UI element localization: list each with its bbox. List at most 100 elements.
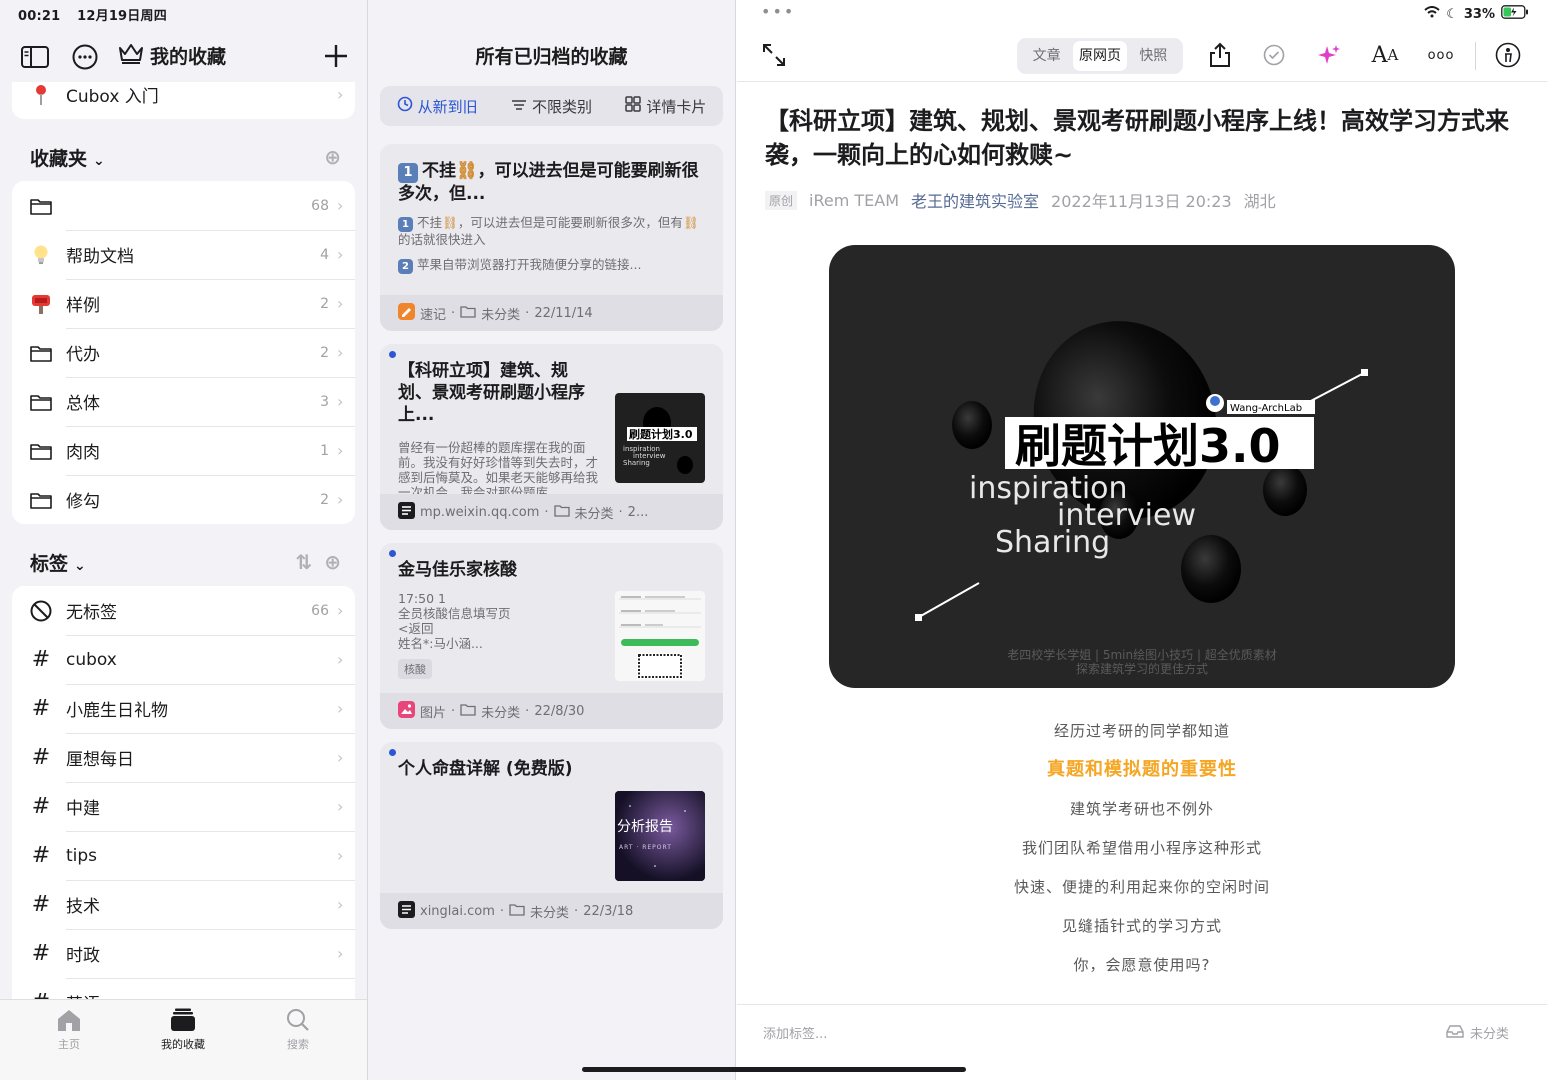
crown-icon	[118, 42, 144, 69]
folder-item-rourou[interactable]: 肉肉 1 ›	[12, 426, 355, 475]
separator-dot: ·	[544, 504, 549, 520]
thumb-headline: 刷题计划3.0	[629, 427, 693, 441]
separator-dot: ·	[574, 903, 579, 919]
segment-original-page[interactable]: 原网页	[1073, 41, 1127, 71]
separator-dot: ·	[451, 305, 456, 321]
sidebar-title[interactable]: 我的收藏	[118, 42, 226, 69]
hashtag-icon: #	[31, 647, 51, 672]
category-button[interactable]: 未分类	[1446, 1023, 1509, 1042]
view-mode-segmented: 文章 原网页 快照	[1017, 38, 1183, 74]
ladder-icon: ⛓	[442, 215, 458, 230]
tag-item[interactable]: # 中建 ›	[12, 782, 355, 831]
more-options-icon[interactable]: ooo	[1426, 40, 1456, 70]
sort-filter[interactable]: 从新到旧	[397, 96, 478, 117]
tag-label: 无标签	[66, 603, 117, 623]
reader-toolbar: 文章 原网页 快照 AA ooo	[737, 36, 1547, 82]
check-circle-icon[interactable]	[1259, 40, 1289, 70]
status-date: 12月19日周四	[77, 9, 167, 24]
sort-icon[interactable]: ⇅	[295, 550, 312, 574]
add-icon[interactable]	[322, 42, 350, 70]
tag-item[interactable]: # 时政 ›	[12, 929, 355, 978]
ladder-icon: ⛓	[682, 215, 699, 230]
add-folder-icon[interactable]: ⊕	[324, 145, 341, 169]
expand-icon[interactable]	[759, 40, 789, 70]
card-footer: 图片 · 未分类 · 22/8/30	[380, 693, 723, 729]
segment-article[interactable]: 文章	[1020, 41, 1073, 71]
sidebar-scroll[interactable]: Cubox 入门 › 收藏夹 ⌄ ⊕ 68 › 帮助文档 4 › 样例 2 › …	[0, 82, 367, 999]
folders-header-label: 收藏夹	[30, 148, 88, 170]
folder-icon	[28, 344, 54, 362]
hashtag-icon: #	[31, 696, 51, 721]
collection-list: 所有已归档的收藏 从新到旧 不限类别 详情卡片 1 不挂⛓，可以进去但是可能要刷新…	[368, 0, 736, 1080]
folder-small-icon	[509, 903, 525, 920]
folder-item-overall[interactable]: 总体 3 ›	[12, 377, 355, 426]
segment-snapshot[interactable]: 快照	[1127, 41, 1180, 71]
tab-search[interactable]: 搜索	[258, 1008, 338, 1052]
collection-card[interactable]: 1 不挂⛓，可以进去但是可能要刷新很多次，但... 1 不挂⛓，可以进去但是可能要刷…	[380, 144, 723, 331]
chevron-right-icon: ›	[337, 441, 344, 460]
collection-card[interactable]: 【科研立项】建筑、规划、景观考研刷题小程序上... 曾经有一份超棒的题库摆在我的…	[380, 344, 723, 530]
tag-item[interactable]: # cubox ›	[12, 635, 355, 684]
folder-item-todo[interactable]: 代办 2 ›	[12, 328, 355, 377]
collection-card[interactable]: 金马佳乐家核酸 17:50 1 全员核酸信息填写页 <返回 姓名*:马小涵...…	[380, 543, 723, 729]
tag-item[interactable]: # 小鹿生日礼物 ›	[12, 684, 355, 733]
card-folder: 未分类	[481, 307, 521, 323]
category-filter[interactable]: 不限类别	[511, 96, 592, 117]
share-icon[interactable]	[1205, 40, 1235, 70]
home-indicator[interactable]	[582, 1067, 966, 1072]
ai-sparkle-icon[interactable]	[1314, 40, 1344, 70]
folder-item[interactable]: 68 ›	[12, 181, 355, 230]
folder-count: 68	[311, 197, 329, 214]
pinned-card: Cubox 入门 ›	[12, 82, 355, 119]
card-folder: 未分类	[574, 506, 614, 522]
card-date: 22/11/14	[534, 305, 593, 321]
folder-item-samples[interactable]: 样例 2 ›	[12, 279, 355, 328]
folder-label: 帮助文档	[66, 247, 134, 267]
lightbulb-icon	[28, 244, 54, 266]
pinned-item-cubox-intro[interactable]: Cubox 入门 ›	[12, 82, 355, 119]
article-icon	[398, 501, 415, 523]
folder-count: 3	[320, 393, 329, 410]
hero-caption-2: 探索建筑学习的更佳方式	[1076, 661, 1208, 676]
more-circle-icon[interactable]	[70, 42, 100, 72]
tag-item-untagged[interactable]: 无标签 66 ›	[12, 586, 355, 635]
collection-card[interactable]: 个人命盘详解 (免费版) 分析报告 ART · REPORT xinglai.co…	[380, 742, 723, 929]
card-footer: xinglai.com · 未分类 · 22/3/18	[380, 893, 723, 929]
hero-caption-1: 老四校学长学姐 | 5min绘图小技巧 | 超全优质素材	[1007, 647, 1277, 662]
card-date: 22/8/30	[534, 703, 585, 719]
tag-item[interactable]: # 技术 ›	[12, 880, 355, 929]
accessibility-icon[interactable]	[1493, 40, 1523, 70]
account-link[interactable]: 老王的建筑实验室	[911, 188, 1039, 212]
tag-chip[interactable]: 核酸	[398, 659, 432, 679]
hero-image: 刷题计划3.0 Wang-ArchLab inspiration intervi…	[829, 245, 1455, 688]
folder-count: 2	[320, 491, 329, 508]
chevron-right-icon: ›	[337, 343, 344, 362]
tag-item[interactable]: # tips ›	[12, 831, 355, 880]
folder-item-xiugou[interactable]: 修勾 2 ›	[12, 475, 355, 524]
font-size-icon[interactable]: AA	[1370, 40, 1400, 70]
view-filter[interactable]: 详情卡片	[625, 96, 706, 117]
tag-label: 英语	[66, 990, 337, 999]
hashtag-icon: #	[31, 745, 51, 770]
card-source: 图片	[420, 705, 447, 721]
tag-item[interactable]: # 厘想每日 ›	[12, 733, 355, 782]
tag-item[interactable]: # 英语 ›	[12, 978, 355, 999]
tab-home[interactable]: 主页	[29, 1008, 109, 1052]
multitask-dots-icon[interactable]: •••	[761, 2, 795, 21]
sidebar-toggle-icon[interactable]	[20, 42, 50, 72]
tags-header[interactable]: 标签 ⌄ ⇅ ⊕	[0, 524, 367, 586]
original-tag: 原创	[765, 190, 798, 210]
folder-label: 总体	[66, 394, 100, 414]
add-tag-input[interactable]: 添加标签...	[763, 1023, 827, 1042]
folders-header[interactable]: 收藏夹 ⌄ ⊕	[0, 119, 367, 181]
hashtag-icon: #	[28, 990, 54, 999]
chevron-right-icon: ›	[337, 245, 344, 264]
folder-small-icon	[460, 703, 476, 720]
folder-item-help-docs[interactable]: 帮助文档 4 ›	[12, 230, 355, 279]
folder-icon	[28, 197, 54, 215]
hashtag-icon: #	[31, 794, 51, 819]
separator-dot: ·	[525, 305, 530, 321]
tab-my-collection[interactable]: 我的收藏	[143, 1008, 223, 1052]
tab-label: 主页	[58, 1038, 80, 1051]
add-tag-icon[interactable]: ⊕	[324, 550, 341, 574]
